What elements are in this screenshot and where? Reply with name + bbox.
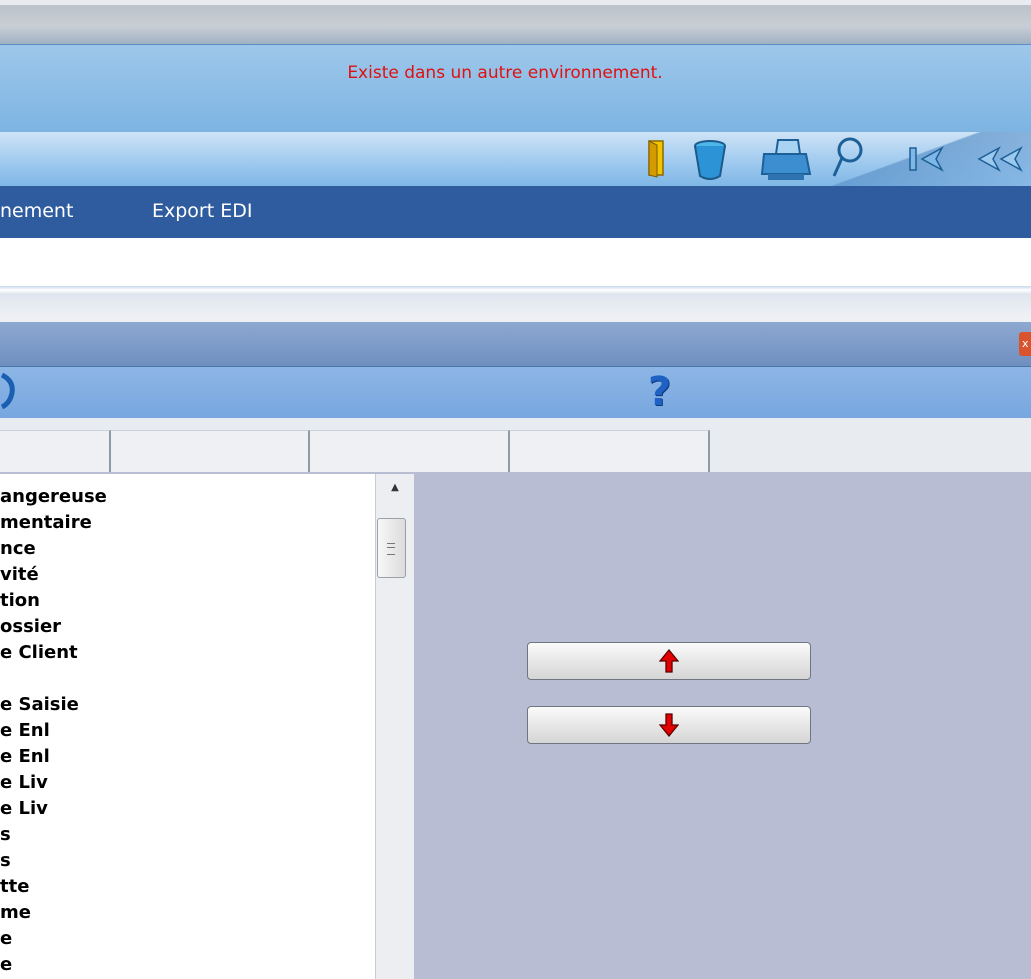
list-item[interactable]: tion [0, 590, 40, 611]
first-record-icon[interactable] [908, 144, 944, 174]
menu-item-nement[interactable]: nement [0, 200, 73, 222]
scroll-thumb[interactable] [377, 518, 406, 578]
environment-warning-message: Existe dans un autre environnement. [347, 63, 663, 83]
trash-bucket-icon[interactable] [692, 138, 728, 182]
list-item[interactable]: tte [0, 876, 29, 897]
refresh-icon[interactable] [0, 371, 16, 409]
close-icon: x [1022, 337, 1029, 350]
list-item[interactable]: me [0, 902, 31, 923]
top-edge [0, 0, 1031, 5]
list-item[interactable]: nce [0, 538, 36, 559]
list-item[interactable]: vité [0, 564, 39, 585]
list-item[interactable]: e Liv [0, 798, 48, 819]
grip-lines [387, 543, 395, 555]
list-item[interactable]: ossier [0, 616, 61, 637]
grip-line-middle [387, 547, 395, 548]
list-item[interactable]: e Liv [0, 772, 48, 793]
header-banner: Existe dans un autre environnement. [0, 44, 1031, 133]
tab-4[interactable] [510, 430, 710, 473]
dialog-toolbar: ? [0, 366, 1031, 419]
door-icon[interactable] [645, 139, 667, 179]
menu-item-export-edi[interactable]: Export EDI [152, 200, 252, 222]
previous-record-icon[interactable] [975, 144, 1027, 174]
move-down-button[interactable] [527, 706, 811, 744]
list-item[interactable]: s [0, 850, 11, 871]
list-scrollbar[interactable]: ▲ [375, 474, 414, 979]
toolbar [0, 132, 1031, 186]
scroll-up-arrow-icon[interactable]: ▲ [376, 482, 414, 500]
list-item[interactable]: e [0, 928, 12, 949]
list-item[interactable]: e Saisie [0, 694, 79, 715]
tab-1[interactable] [0, 430, 111, 473]
move-up-arrow-icon [659, 649, 679, 673]
dialog-close-button[interactable]: x [1019, 332, 1031, 356]
tab-3[interactable] [310, 430, 510, 473]
window-top-strip [0, 0, 1031, 44]
list-item[interactable]: e [0, 954, 12, 975]
field-list[interactable]: angereuse mentaire nce vité tion ossier … [0, 474, 376, 979]
move-up-button[interactable] [527, 642, 811, 680]
content-header-area [0, 238, 1031, 286]
list-item[interactable]: e Client [0, 642, 78, 663]
section-divider [0, 286, 1031, 322]
dialog-title-bar [0, 322, 1031, 366]
list-item[interactable]: s [0, 824, 11, 845]
tab-2[interactable] [111, 430, 310, 473]
list-item[interactable]: mentaire [0, 512, 92, 533]
list-item[interactable]: e Enl [0, 720, 50, 741]
list-item[interactable]: e Enl [0, 746, 50, 767]
list-item[interactable]: angereuse [0, 486, 107, 507]
help-icon[interactable]: ? [648, 369, 671, 415]
main-menu-bar: nement Export EDI [0, 186, 1031, 238]
move-down-arrow-icon [659, 713, 679, 737]
printer-icon[interactable] [760, 138, 812, 182]
search-icon[interactable] [830, 136, 866, 182]
